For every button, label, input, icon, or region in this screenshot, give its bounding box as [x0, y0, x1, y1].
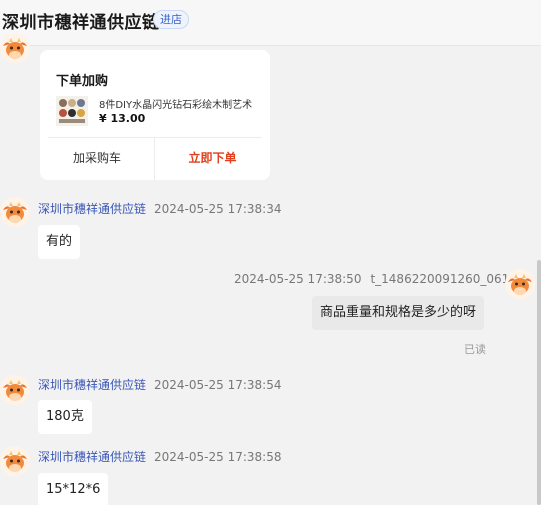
product-thumbnail[interactable]: [56, 96, 88, 126]
message-meta: 深圳市穗祥通供应链 2024-05-25 17:38:54: [38, 376, 281, 393]
product-price: ¥ 13.00: [99, 112, 146, 125]
read-status: 已读: [464, 343, 486, 356]
sender-name: 深圳市穗祥通供应链: [38, 378, 147, 392]
message-time: 2024-05-25 17:38:58: [154, 450, 282, 464]
message-bubble: 商品重量和规格是多少的呀: [312, 296, 485, 330]
sender-user-id: t_1486220091260_0619: [370, 272, 517, 286]
order-card-title: 下单加购: [56, 74, 109, 89]
message-time: 2024-05-25 17:38:54: [154, 378, 282, 392]
message-time: 2024-05-25 17:38:50: [234, 272, 362, 286]
message-meta: 2024-05-25 17:38:50 t_1486220091260_0619: [234, 272, 517, 286]
scrollbar[interactable]: [537, 260, 541, 505]
shop-name: 深圳市穗祥通供应链: [2, 13, 160, 33]
add-to-cart-button[interactable]: 加采购车: [40, 138, 154, 180]
shop-avatar-icon: [0, 375, 30, 405]
message-bubble: 15*12*6: [38, 473, 109, 505]
message-time: 2024-05-25 17:38:34: [154, 202, 282, 216]
product-name[interactable]: 8件DIY水晶闪光钻石彩绘木制艺术: [99, 96, 259, 111]
shop-avatar-icon: [0, 197, 30, 227]
shop-avatar-icon: [0, 446, 30, 476]
message-bubble: 180克: [38, 400, 92, 434]
sender-name: 深圳市穗祥通供应链: [38, 450, 147, 464]
message-bubble: 有的: [38, 225, 81, 259]
order-card: 下单加购 8件DIY水晶闪光钻石彩绘木制艺术 ¥ 13.00 加采购车 立即下单: [40, 50, 270, 180]
message-meta: 深圳市穗祥通供应链 2024-05-25 17:38:34: [38, 200, 281, 217]
shop-avatar-icon: [0, 33, 30, 63]
user-avatar-icon: [505, 269, 535, 299]
buy-now-button[interactable]: 立即下单: [155, 138, 270, 180]
message-meta: 深圳市穗祥通供应链 2024-05-25 17:38:58: [38, 448, 281, 465]
chat-header: 深圳市穗祥通供应链 进店: [0, 0, 541, 46]
enter-shop-button[interactable]: 进店: [153, 10, 189, 29]
sender-name: 深圳市穗祥通供应链: [38, 202, 147, 216]
